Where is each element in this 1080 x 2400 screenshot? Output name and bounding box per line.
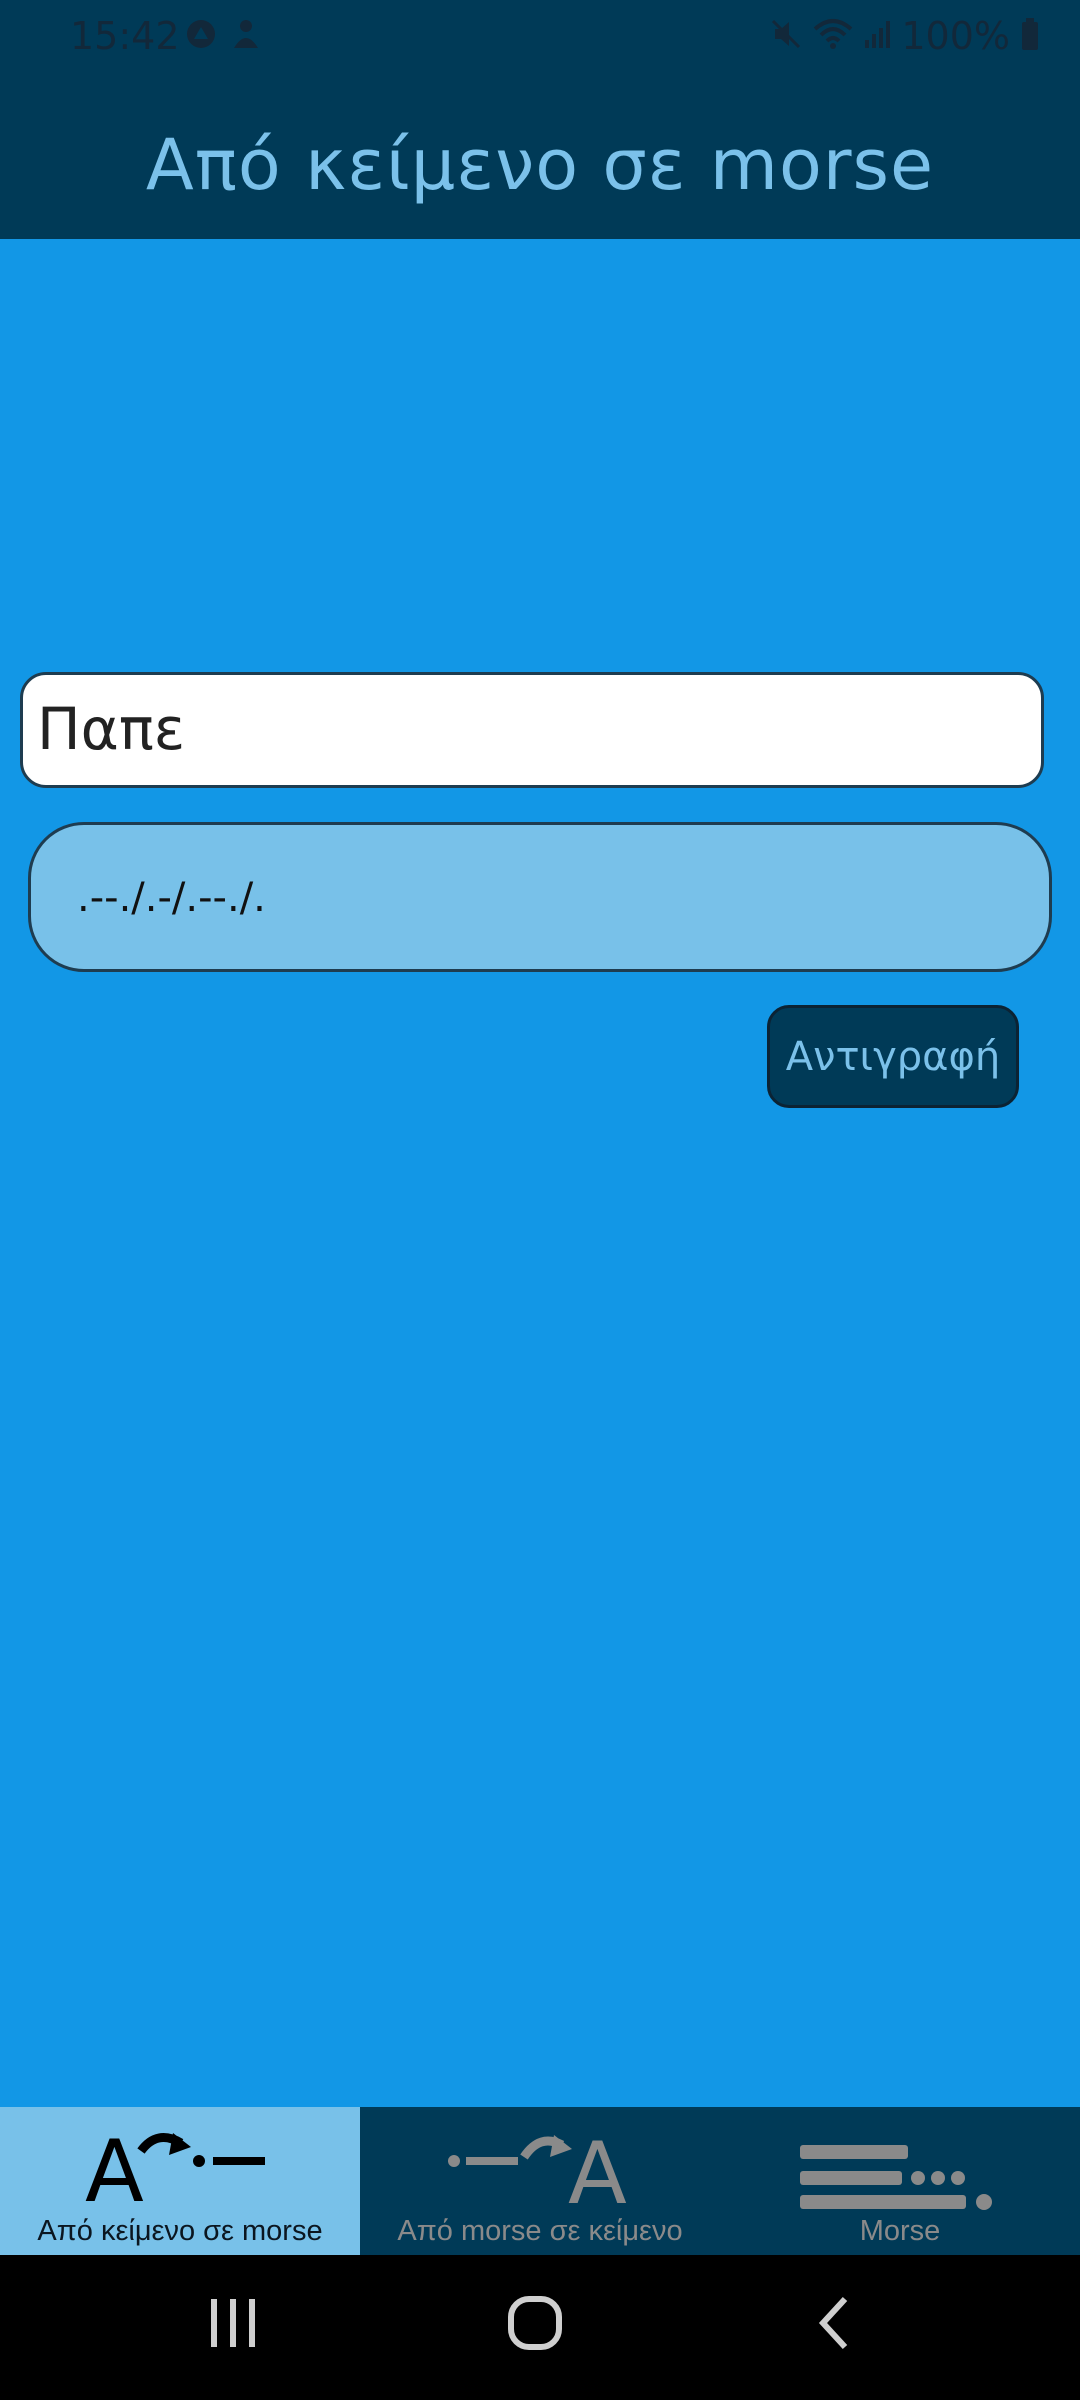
signal-icon xyxy=(863,18,891,54)
home-icon[interactable] xyxy=(505,2293,565,2357)
system-nav-bar xyxy=(0,2255,1080,2400)
copy-button[interactable]: Αντιγραφή xyxy=(767,1005,1019,1108)
recent-apps-icon[interactable] xyxy=(205,2293,261,2357)
page-title: Από κείμενο σε morse xyxy=(145,124,935,206)
notification-app-icon xyxy=(185,18,217,54)
battery-icon xyxy=(1020,17,1040,55)
wifi-icon xyxy=(813,17,853,55)
text-to-morse-icon: A xyxy=(0,2121,360,2211)
nav-label-text-to-morse: Από κείμενο σε morse xyxy=(37,2215,323,2247)
morse-output: .--./.-/.--./. xyxy=(28,822,1052,972)
nav-tab-text-to-morse[interactable]: A Από κείμενο σε morse xyxy=(0,2107,360,2255)
back-icon[interactable] xyxy=(815,2293,855,2357)
nav-label-morse: Morse xyxy=(859,2215,941,2247)
status-bar: 15:42 100% xyxy=(0,0,1080,76)
morse-to-text-icon: A xyxy=(360,2121,720,2211)
nav-tab-morse-to-text[interactable]: A Από morse σε κείμενο xyxy=(360,2107,720,2255)
svg-text:A: A xyxy=(85,2122,144,2211)
bottom-nav: A Από κείμενο σε morse A Από morse σε κε… xyxy=(0,2107,1080,2255)
status-time: 15:42 xyxy=(70,14,180,58)
svg-text:A: A xyxy=(568,2124,627,2211)
nav-tab-morse[interactable]: Morse xyxy=(720,2107,1080,2255)
nav-label-morse-to-text: Από morse σε κείμενο xyxy=(397,2215,683,2247)
notification-person-icon xyxy=(231,18,261,54)
battery-percent: 100% xyxy=(901,14,1010,58)
text-input[interactable]: Παπε xyxy=(20,672,1044,788)
mute-icon xyxy=(769,17,803,55)
morse-chart-icon xyxy=(720,2121,1080,2211)
app-bar: Από κείμενο σε morse xyxy=(0,76,1080,239)
